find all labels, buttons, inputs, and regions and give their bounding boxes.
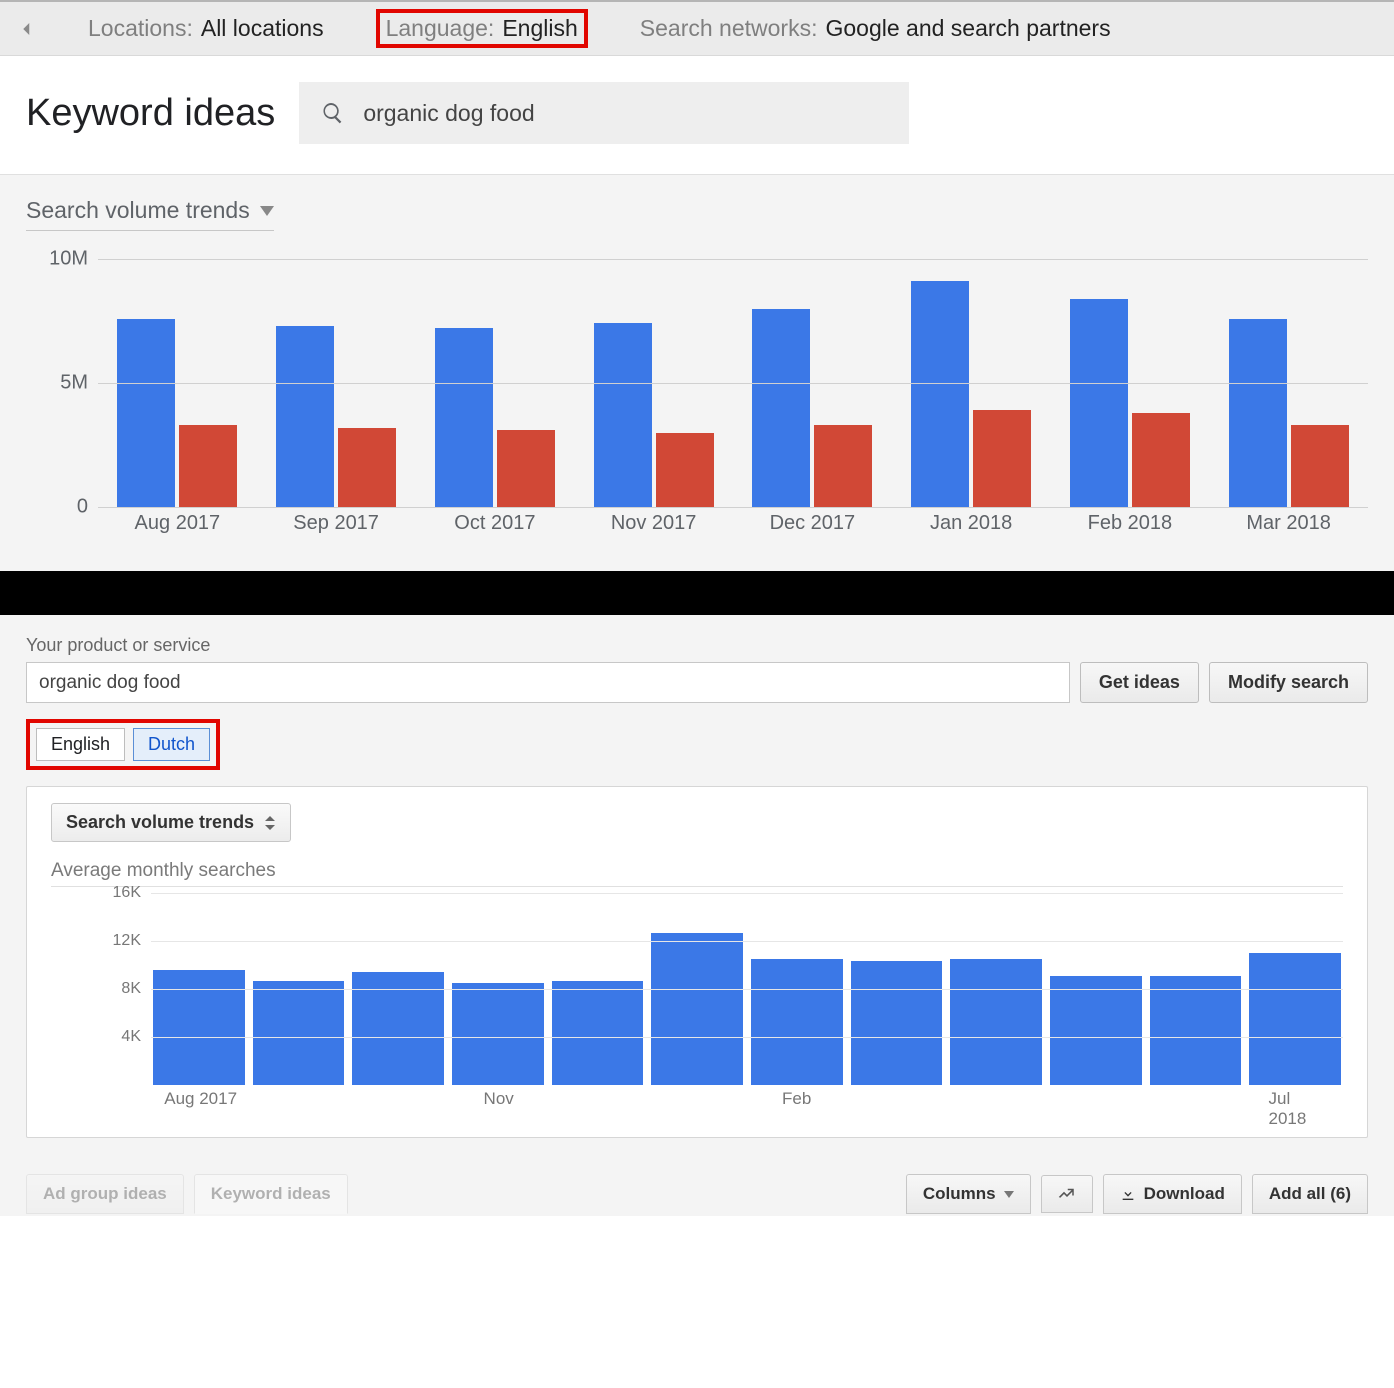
bar-series-a	[752, 309, 810, 507]
page-title: Keyword ideas	[26, 92, 275, 135]
x-tick: Feb	[782, 1089, 811, 1109]
x-tick: Oct 2017	[416, 512, 575, 535]
lang-tab-english[interactable]: English	[36, 728, 125, 761]
filter-locations[interactable]: Locations: All locations	[82, 13, 330, 44]
bar	[153, 970, 245, 1085]
download-label: Download	[1144, 1184, 1225, 1204]
chevron-down-icon	[260, 206, 274, 216]
trends-chart: 05M10M Aug 2017Sep 2017Oct 2017Nov 2017D…	[26, 259, 1368, 535]
add-all-button[interactable]: Add all (6)	[1252, 1174, 1368, 1214]
download-button[interactable]: Download	[1103, 1174, 1242, 1214]
line-chart-icon	[1058, 1185, 1076, 1203]
product-label: Your product or service	[26, 635, 1368, 656]
trends-card: Search volume trends Average monthly sea…	[26, 786, 1368, 1138]
bar-series-b	[1132, 413, 1190, 507]
locations-value: All locations	[201, 15, 324, 42]
x-tick: Jan 2018	[892, 512, 1051, 535]
avg-searches-title: Average monthly searches	[51, 860, 1343, 882]
networks-label: Search networks:	[640, 15, 818, 42]
bar-series-b	[656, 433, 714, 507]
header-row: Keyword ideas	[0, 56, 1394, 175]
y-tick: 10M	[26, 248, 98, 271]
footer-row: Ad group ideas Keyword ideas Columns Dow…	[26, 1174, 1368, 1216]
bar	[751, 959, 843, 1085]
language-label: Language:	[386, 15, 495, 42]
avg-searches-chart: 4K8K12K16K Aug 2017NovFebJul 2018	[51, 893, 1343, 1113]
search-box[interactable]	[299, 82, 909, 144]
bar-series-b	[179, 425, 237, 507]
tab-ad-group-ideas[interactable]: Ad group ideas	[26, 1174, 184, 1214]
trends-title-text: Search volume trends	[26, 197, 250, 224]
x-tick: Sep 2017	[257, 512, 416, 535]
bar-series-a	[1070, 299, 1128, 507]
bar-series-a	[594, 323, 652, 507]
x-tick: Jul 2018	[1268, 1089, 1318, 1129]
bar-series-b	[338, 428, 396, 507]
locations-label: Locations:	[88, 15, 193, 42]
bar	[552, 981, 644, 1085]
trends-dropdown[interactable]: Search volume trends	[26, 197, 274, 231]
y-tick: 5M	[26, 372, 98, 395]
bar	[253, 981, 345, 1085]
x-tick: Feb 2018	[1051, 512, 1210, 535]
form-row: Get ideas Modify search	[26, 662, 1368, 703]
bar	[950, 959, 1042, 1085]
chart-toggle-button[interactable]	[1041, 1175, 1093, 1213]
bar	[452, 983, 544, 1085]
columns-label: Columns	[923, 1184, 996, 1204]
bar-series-b	[814, 425, 872, 507]
y-tick: 8K	[51, 980, 151, 998]
x-tick: Aug 2017	[98, 512, 257, 535]
bar	[1150, 976, 1242, 1085]
x-tick: Nov 2017	[574, 512, 733, 535]
trends-card-dd-label: Search volume trends	[66, 812, 254, 833]
x-tick: Mar 2018	[1209, 512, 1368, 535]
trends-section: Search volume trends 0 5M 10M Aug 2017Sep …	[0, 175, 1394, 571]
filter-bar: Locations: All locations Language: Engli…	[0, 0, 1394, 56]
x-tick: Aug 2017	[164, 1089, 237, 1109]
x-tick: Nov	[484, 1089, 514, 1109]
y-tick: 0	[26, 496, 98, 519]
y-tick: 12K	[51, 932, 151, 950]
language-tabs: English Dutch	[26, 719, 220, 770]
back-icon[interactable]	[18, 20, 36, 38]
filter-networks[interactable]: Search networks: Google and search partn…	[634, 13, 1117, 44]
bar-series-b	[497, 430, 555, 507]
x-tick: Dec 2017	[733, 512, 892, 535]
modify-search-button[interactable]: Modify search	[1209, 662, 1368, 703]
divider-band	[0, 571, 1394, 615]
bar-series-a	[435, 328, 493, 507]
networks-value: Google and search partners	[825, 15, 1110, 42]
trends-card-dropdown[interactable]: Search volume trends	[51, 803, 291, 842]
product-input[interactable]	[26, 662, 1070, 703]
get-ideas-button[interactable]: Get ideas	[1080, 662, 1199, 703]
bar	[1249, 953, 1341, 1085]
tab-keyword-ideas[interactable]: Keyword ideas	[194, 1174, 348, 1214]
legacy-section: Your product or service Get ideas Modify…	[0, 615, 1394, 1216]
search-input[interactable]	[363, 100, 887, 127]
chevron-down-icon	[1004, 1191, 1014, 1198]
bar-series-a	[117, 319, 175, 507]
bar-series-b	[1291, 425, 1349, 507]
y-tick: 4K	[51, 1028, 151, 1046]
columns-button[interactable]: Columns	[906, 1174, 1031, 1214]
bar	[851, 961, 943, 1085]
language-value: English	[502, 15, 577, 42]
bar-series-a	[276, 326, 334, 507]
y-tick: 16K	[51, 884, 151, 902]
search-icon	[321, 100, 345, 126]
bar-series-a	[911, 281, 969, 507]
lang-tab-dutch[interactable]: Dutch	[133, 728, 210, 761]
download-icon	[1120, 1186, 1136, 1202]
bar	[1050, 976, 1142, 1085]
sort-updown-icon	[264, 816, 276, 830]
bar-series-b	[973, 410, 1031, 507]
bar	[651, 933, 743, 1085]
bar-series-a	[1229, 319, 1287, 507]
filter-language[interactable]: Language: English	[376, 9, 588, 48]
